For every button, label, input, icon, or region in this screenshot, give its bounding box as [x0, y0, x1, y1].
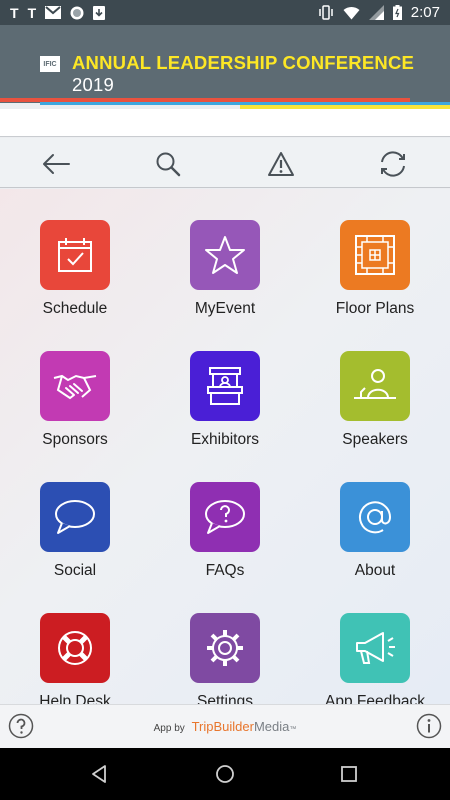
brand-suffix: Media [253, 719, 290, 734]
nav-home-button[interactable] [213, 762, 237, 786]
refresh-icon [381, 151, 405, 177]
wifi-icon [343, 6, 360, 20]
tile-label-exhibitors: Exhibitors [190, 431, 260, 448]
tile-myevent[interactable]: MyEvent [150, 189, 300, 320]
refresh-button[interactable] [377, 148, 409, 180]
nav-recents-icon [341, 766, 357, 782]
chat-bubble-icon [55, 500, 95, 534]
tile-label-myevent: MyEvent [194, 300, 256, 317]
about-icon-box [340, 482, 410, 552]
tile-label-social: Social [53, 562, 97, 579]
tile-label-sponsors: Sponsors [42, 431, 108, 448]
page-title: ANNUAL LEADERSHIP CONFERENCE 2019 [72, 52, 450, 96]
schedule-icon-box [40, 220, 110, 290]
star-icon [205, 236, 245, 274]
tile-settings[interactable]: Settings [150, 582, 300, 704]
gear-icon [207, 630, 243, 666]
header-banner-area [0, 109, 450, 137]
tile-label-settings: Settings [196, 693, 253, 704]
tile-label-schedule: Schedule [42, 300, 108, 317]
app-feedback-icon-box [340, 613, 410, 683]
tile-label-app-feedback: App Feedback [325, 693, 425, 704]
megaphone-icon [356, 632, 395, 664]
alerts-button[interactable] [265, 148, 297, 180]
sponsors-icon-box [40, 351, 110, 421]
tile-faqs[interactable]: FAQs [150, 451, 300, 582]
ific-logo: IFIC [40, 56, 60, 72]
tile-schedule[interactable]: Schedule [0, 189, 150, 320]
system-nav-bar [0, 748, 450, 800]
title-year: 2019 [72, 74, 114, 95]
settings-icon-box [190, 613, 260, 683]
title-text: ANNUAL LEADERSHIP CONFERENCE [72, 52, 415, 73]
tile-exhibitors[interactable]: Exhibitors [150, 320, 300, 451]
myevent-icon-box [190, 220, 260, 290]
lifebuoy-icon [58, 631, 92, 665]
alert-icon [268, 152, 294, 176]
gmail-icon [45, 6, 62, 19]
faqs-icon-box [190, 482, 260, 552]
circle-dots-icon [70, 6, 84, 19]
status-t-icon-1: T [10, 4, 19, 21]
tile-label-speakers: Speakers [342, 431, 408, 448]
exhibitors-icon-box [190, 351, 260, 421]
info-button[interactable] [416, 713, 442, 739]
download-icon [93, 5, 106, 20]
nav-recents-button[interactable] [337, 762, 361, 786]
tile-social[interactable]: Social [0, 451, 150, 582]
status-bar: T T 2:07 [0, 0, 450, 25]
status-time: 2:07 [410, 4, 440, 21]
search-icon [156, 152, 181, 177]
question-bubble-icon [205, 500, 245, 534]
at-sign-icon [359, 501, 392, 534]
tile-label-help-desk: Help Desk [39, 693, 111, 704]
nav-back-button[interactable] [88, 762, 112, 786]
tile-speakers[interactable]: Speakers [300, 320, 450, 451]
tile-app-feedback[interactable]: App Feedback [300, 582, 450, 704]
tile-floor-plans[interactable]: Floor Plans [300, 189, 450, 320]
toolbar [0, 138, 450, 188]
nav-back-icon [92, 765, 106, 783]
floor-plan-icon [355, 235, 395, 275]
back-button[interactable] [40, 148, 72, 180]
speakers-icon-box [340, 351, 410, 421]
tile-label-floor-plans: Floor Plans [335, 300, 415, 317]
tile-about[interactable]: About [300, 451, 450, 582]
tile-sponsors[interactable]: Sponsors [0, 320, 150, 451]
powered-by: App by TripBuilderMedia™ [0, 719, 450, 734]
menu-grid: Schedule MyEvent Floor Plans Sponsors Ex… [0, 189, 450, 704]
status-t-icon-2: T [27, 4, 37, 21]
signal-icon [368, 5, 384, 20]
app-header: IFIC ANNUAL LEADERSHIP CONFERENCE 2019 [0, 25, 450, 103]
app-by-label: App by [153, 723, 185, 734]
tile-help-desk[interactable]: Help Desk [0, 582, 150, 704]
floor-plans-icon-box [340, 220, 410, 290]
brand-tm: ™ [289, 726, 297, 733]
back-arrow-icon [43, 154, 70, 174]
info-circle-icon [416, 713, 442, 739]
footer: App by TripBuilderMedia™ [0, 704, 450, 748]
tile-label-faqs: FAQs [205, 562, 245, 579]
help-desk-icon-box [40, 613, 110, 683]
handshake-icon [53, 374, 97, 400]
speaker-podium-icon [354, 369, 396, 399]
nav-home-icon [216, 765, 234, 783]
tile-label-about: About [354, 562, 396, 579]
social-icon-box [40, 482, 110, 552]
brand-name: TripBuilder [191, 719, 254, 734]
booth-icon [207, 367, 243, 405]
calendar-check-icon [58, 238, 92, 272]
battery-icon [392, 5, 402, 20]
search-button[interactable] [152, 148, 184, 180]
vibrate-icon [319, 5, 333, 20]
